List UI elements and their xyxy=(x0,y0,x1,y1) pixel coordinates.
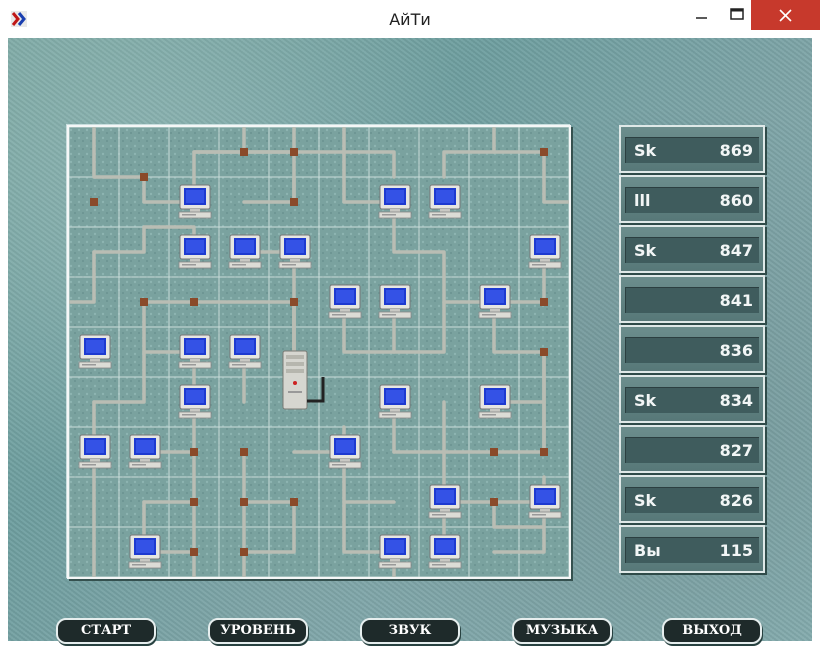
level-button[interactable]: УРОВЕНЬ xyxy=(208,618,308,644)
computer-icon[interactable] xyxy=(378,534,412,569)
computer-icon[interactable] xyxy=(378,384,412,419)
computer-icon[interactable] xyxy=(428,534,462,569)
computer-icon[interactable] xyxy=(428,184,462,219)
exit-button[interactable]: ВЫХОД xyxy=(662,618,762,644)
computer-icon[interactable] xyxy=(78,434,112,469)
score-value: 115 xyxy=(719,541,753,560)
computer-icon[interactable] xyxy=(328,284,362,319)
close-icon xyxy=(779,9,792,22)
score-row: 827 xyxy=(619,425,765,473)
score-value: 841 xyxy=(719,291,753,310)
board-tile[interactable] xyxy=(468,226,520,278)
board-tile[interactable] xyxy=(318,226,370,278)
computer-icon[interactable] xyxy=(428,484,462,519)
pipe-valve xyxy=(490,498,498,506)
score-row-player: Вы 115 xyxy=(619,525,765,573)
computer-icon[interactable] xyxy=(328,434,362,469)
computer-icon[interactable] xyxy=(128,434,162,469)
score-row: Sk 826 xyxy=(619,475,765,523)
pipe-valve xyxy=(90,198,98,206)
pipe-valve xyxy=(140,173,148,181)
pipe-valve xyxy=(290,198,298,206)
pipe-valve xyxy=(540,148,548,156)
score-row: Sk 834 xyxy=(619,375,765,423)
computer-icon[interactable] xyxy=(78,334,112,369)
pipe-valve xyxy=(240,548,248,556)
pipe-valve xyxy=(190,448,198,456)
board-graphics[interactable] xyxy=(69,127,569,577)
sound-button[interactable]: ЗВУК xyxy=(360,618,460,644)
score-value: 834 xyxy=(719,391,753,410)
computer-icon[interactable] xyxy=(478,284,512,319)
score-name: Sk xyxy=(634,241,657,260)
score-value: 847 xyxy=(719,241,753,260)
computer-icon[interactable] xyxy=(178,184,212,219)
score-row: 836 xyxy=(619,325,765,373)
computer-icon[interactable] xyxy=(528,234,562,269)
pipe-valve xyxy=(290,498,298,506)
score-name: Sk xyxy=(634,391,657,410)
score-row: Sk 869 xyxy=(619,125,765,173)
score-value: 836 xyxy=(719,341,753,360)
pipe-valve xyxy=(190,298,198,306)
board-tile[interactable] xyxy=(118,127,170,178)
pipe-valve xyxy=(290,148,298,156)
computer-icon[interactable] xyxy=(378,184,412,219)
score-name: lll xyxy=(634,191,651,210)
score-value: 826 xyxy=(719,491,753,510)
computer-icon[interactable] xyxy=(478,384,512,419)
pipe-valve xyxy=(240,448,248,456)
score-name: Вы xyxy=(634,541,661,560)
score-value: 827 xyxy=(719,441,753,460)
score-row: Sk 847 xyxy=(619,225,765,273)
computer-icon[interactable] xyxy=(278,234,312,269)
pipe-valve xyxy=(540,298,548,306)
pipe-valve xyxy=(490,448,498,456)
computer-icon[interactable] xyxy=(228,234,262,269)
pipe-valve xyxy=(190,498,198,506)
pipe-valve xyxy=(540,448,548,456)
title-bar: АйТи xyxy=(0,0,820,38)
computer-icon[interactable] xyxy=(128,534,162,569)
computer-icon[interactable] xyxy=(378,284,412,319)
pipe-valve xyxy=(140,298,148,306)
board-tile[interactable] xyxy=(318,376,370,428)
pipe-valve xyxy=(290,298,298,306)
computer-icon[interactable] xyxy=(178,334,212,369)
computer-icon[interactable] xyxy=(228,334,262,369)
computer-icon[interactable] xyxy=(528,484,562,519)
computer-icon[interactable] xyxy=(178,384,212,419)
score-value: 860 xyxy=(719,191,753,210)
score-value: 869 xyxy=(719,141,753,160)
board-tile[interactable] xyxy=(468,176,520,228)
close-button[interactable] xyxy=(751,0,820,30)
game-area: Sk 869 lll 860 Sk 847 841 836 Sk 834 827 Sk 8… xyxy=(8,38,812,644)
pipe-valve xyxy=(190,548,198,556)
pipe-valve xyxy=(540,348,548,356)
score-name: Sk xyxy=(634,141,657,160)
start-button[interactable]: СТАРТ xyxy=(56,618,156,644)
score-row: 841 xyxy=(619,275,765,323)
pipe-valve xyxy=(240,148,248,156)
score-row: lll 860 xyxy=(619,175,765,223)
network-board[interactable] xyxy=(67,125,571,579)
music-button[interactable]: МУЗЫКА xyxy=(512,618,612,644)
computer-icon[interactable] xyxy=(178,234,212,269)
score-name: Sk xyxy=(634,491,657,510)
pipe-valve xyxy=(240,498,248,506)
